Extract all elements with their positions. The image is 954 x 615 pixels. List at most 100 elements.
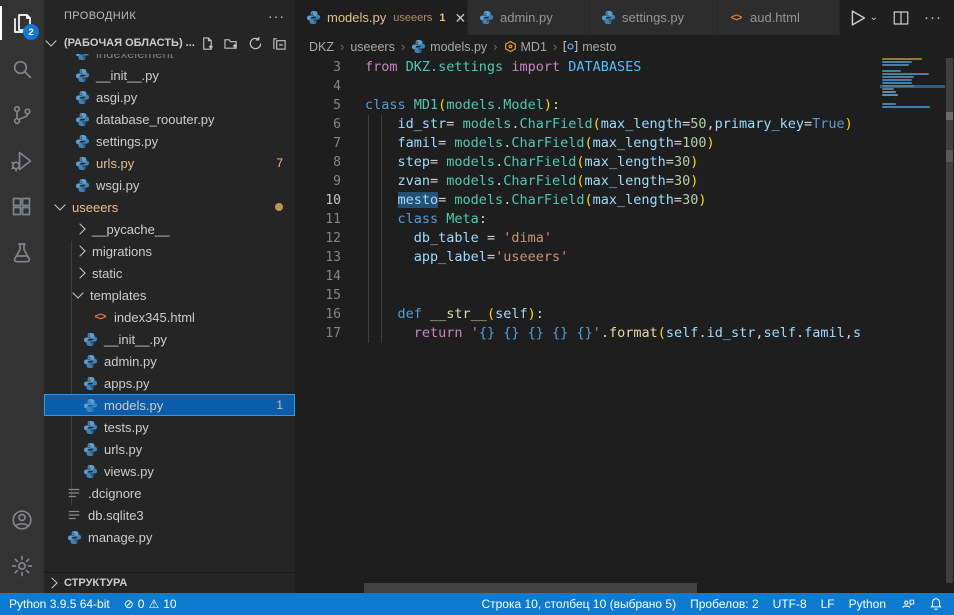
- tree-file-admin-py[interactable]: admin.py: [44, 350, 295, 372]
- tree-file-manage-py[interactable]: manage.py: [44, 526, 295, 548]
- status-python-interpreter[interactable]: Python 3.9.5 64-bit: [2, 593, 117, 615]
- breadcrumb-models-py[interactable]: models.py: [411, 39, 487, 54]
- activitybar-accounts[interactable]: [0, 497, 44, 543]
- code-line-10[interactable]: 10 mesto= models.CharField(max_length=30…: [295, 191, 880, 210]
- outline-section-header[interactable]: СТРУКТУРА: [44, 572, 295, 593]
- tree-file-apps-py[interactable]: apps.py: [44, 372, 295, 394]
- tree-file-settings-py[interactable]: settings.py: [44, 130, 295, 152]
- new-file-icon[interactable]: [200, 36, 215, 51]
- tree-file--dcignore[interactable]: .dcignore: [44, 482, 295, 504]
- activitybar-extensions[interactable]: [0, 184, 44, 230]
- tree-file-tests-py[interactable]: tests.py: [44, 416, 295, 438]
- code-line-5[interactable]: 5class MD1(models.Model):: [295, 96, 880, 115]
- activitybar-search[interactable]: [0, 46, 44, 92]
- tree-file--init-py[interactable]: __init__.py: [44, 64, 295, 86]
- tree-file-database-roouter-py[interactable]: database_roouter.py: [44, 108, 295, 130]
- breadcrumb-mesto[interactable]: mesto: [563, 40, 616, 54]
- status-notifications[interactable]: [922, 593, 950, 615]
- refresh-icon[interactable]: [248, 36, 263, 51]
- line-number[interactable]: 11: [295, 210, 341, 229]
- line-number[interactable]: 5: [295, 96, 341, 115]
- breadcrumb-md1[interactable]: MD1: [504, 40, 547, 54]
- workspace-section-header[interactable]: (РАБОЧАЯ ОБЛАСТЬ) ...: [44, 32, 295, 54]
- run-python-file-icon[interactable]: ⌄: [846, 7, 878, 29]
- tab-models-py[interactable]: models.pyuseeers1✕: [295, 0, 468, 35]
- code-line-4[interactable]: 4: [295, 77, 880, 96]
- tree-file-db-sqlite3[interactable]: db.sqlite3: [44, 504, 295, 526]
- tree-folder-templates[interactable]: templates: [44, 284, 295, 306]
- tree-item-label: __init__.py: [96, 68, 159, 83]
- code-line-14[interactable]: 14: [295, 267, 880, 286]
- activitybar-explorer[interactable]: 2: [0, 0, 44, 46]
- code-line-17[interactable]: 17 return '{} {} {} {} {}'.format(self.i…: [295, 324, 880, 343]
- tree-folder-migrations[interactable]: migrations: [44, 240, 295, 262]
- tree-file-wsgi-py[interactable]: wsgi.py: [44, 174, 295, 196]
- tab-bar: models.pyuseeers1✕admin.pysettings.py<>a…: [295, 0, 954, 35]
- close-icon[interactable]: ✕: [455, 11, 467, 25]
- activitybar-manage[interactable]: [0, 543, 44, 589]
- code-line-6[interactable]: 6 id_str= models.CharField(max_length=50…: [295, 115, 880, 134]
- code-line-9[interactable]: 9 zvan= models.CharField(max_length=30): [295, 172, 880, 191]
- tree-folder-static[interactable]: static: [44, 262, 295, 284]
- vertical-scrollbar[interactable]: [946, 58, 953, 583]
- line-number[interactable]: 17: [295, 324, 341, 343]
- code-line-15[interactable]: 15: [295, 286, 880, 305]
- collapse-all-icon[interactable]: [272, 36, 287, 51]
- tree-file-urls-py[interactable]: urls.py7: [44, 152, 295, 174]
- activitybar-source-control[interactable]: [0, 92, 44, 138]
- tree-folder-useeers[interactable]: useeers: [44, 196, 295, 218]
- line-number[interactable]: 3: [295, 58, 341, 77]
- code-line-7[interactable]: 7 famil= models.CharField(max_length=100…: [295, 134, 880, 153]
- tree-file-models-py[interactable]: models.py1: [44, 394, 295, 416]
- code-line-13[interactable]: 13 app_label='useeers': [295, 248, 880, 267]
- minimap[interactable]: [880, 35, 945, 593]
- code-line-8[interactable]: 8 step= models.CharField(max_length=30): [295, 153, 880, 172]
- line-number[interactable]: 15: [295, 286, 341, 305]
- tree-file-indexelement[interactable]: indexelement: [44, 54, 295, 64]
- status-eol[interactable]: LF: [814, 593, 842, 615]
- line-number[interactable]: 13: [295, 248, 341, 267]
- line-number[interactable]: 7: [295, 134, 341, 153]
- breadcrumb-dkz[interactable]: DKZ: [309, 40, 334, 54]
- status-text: Пробелов: 2: [690, 597, 759, 611]
- tab-settings-py[interactable]: settings.py: [590, 0, 718, 35]
- code-editor[interactable]: 3from DKZ.settings import DATABASES45cla…: [295, 58, 880, 593]
- line-number[interactable]: 8: [295, 153, 341, 172]
- activitybar-run-and-debug[interactable]: [0, 138, 44, 184]
- line-number[interactable]: 4: [295, 77, 341, 96]
- tab-aud-html[interactable]: <>aud.html: [718, 0, 840, 35]
- status-problems[interactable]: ⊘0⚠10: [117, 593, 184, 615]
- line-number[interactable]: 6: [295, 115, 341, 134]
- tree-file-urls-py[interactable]: urls.py: [44, 438, 295, 460]
- code-line-3[interactable]: 3from DKZ.settings import DATABASES: [295, 58, 880, 77]
- status-feedback[interactable]: [893, 593, 922, 615]
- tree-file-views-py[interactable]: views.py: [44, 460, 295, 482]
- code-line-16[interactable]: 16 def __str__(self):: [295, 305, 880, 324]
- breadcrumb-useeers[interactable]: useeers: [350, 40, 394, 54]
- tree-item-label: migrations: [92, 244, 152, 259]
- tree-folder--pycache-[interactable]: __pycache__: [44, 218, 295, 240]
- activitybar-testing[interactable]: [0, 230, 44, 276]
- status-indentation[interactable]: Пробелов: 2: [683, 593, 766, 615]
- tab-admin-py[interactable]: admin.py: [468, 0, 590, 35]
- code-line-11[interactable]: 11 class Meta:: [295, 210, 880, 229]
- breadcrumb-separator: ›: [493, 39, 497, 54]
- split-editor-icon[interactable]: [892, 9, 910, 27]
- new-folder-icon[interactable]: [224, 36, 239, 51]
- status-cursor-position[interactable]: Строка 10, столбец 10 (выбрано 5): [474, 593, 683, 615]
- line-number[interactable]: 16: [295, 305, 341, 324]
- more-actions-icon[interactable]: ···: [268, 8, 285, 24]
- code-line-12[interactable]: 12 db_table = 'dima': [295, 229, 880, 248]
- line-number[interactable]: 9: [295, 172, 341, 191]
- tree-file--init-py[interactable]: __init__.py: [44, 328, 295, 350]
- line-number[interactable]: 10: [295, 191, 341, 210]
- more-actions-icon[interactable]: ···: [924, 9, 942, 26]
- tree-file-asgi-py[interactable]: asgi.py: [44, 86, 295, 108]
- status-encoding[interactable]: UTF-8: [766, 593, 814, 615]
- line-number[interactable]: 14: [295, 267, 341, 286]
- status-language-mode[interactable]: Python: [842, 593, 893, 615]
- tree-file-index345-html[interactable]: <>index345.html: [44, 306, 295, 328]
- horizontal-scrollbar[interactable]: [364, 583, 697, 593]
- minimap-line: [882, 76, 914, 78]
- line-number[interactable]: 12: [295, 229, 341, 248]
